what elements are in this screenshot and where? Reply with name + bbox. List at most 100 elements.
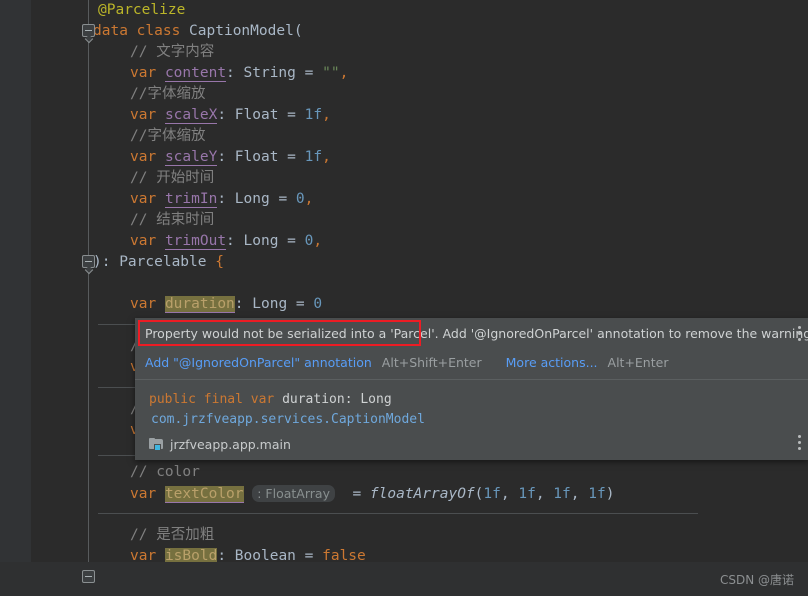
colon: :	[234, 296, 253, 312]
kw-class: class	[136, 23, 181, 39]
comment-text: // 开始时间	[130, 170, 215, 186]
field-trimin[interactable]: trimIn	[164, 191, 218, 208]
arg-4: 1f	[588, 486, 606, 502]
comment-text: //字体缩放	[130, 86, 206, 102]
kw-var: var	[130, 65, 157, 81]
eq: =	[278, 149, 305, 165]
literal-0: 0	[313, 296, 323, 312]
eq: =	[269, 191, 296, 207]
type-long: Long	[252, 296, 288, 312]
sp	[196, 392, 204, 407]
colon: :	[226, 233, 244, 249]
watermark: CSDN @唐诺	[719, 573, 794, 587]
warning-message-row: Property would not be serialized into a …	[135, 318, 808, 348]
code-line-parcelable: ): Parcelable {	[0, 252, 224, 273]
field-textcolor[interactable]: textColor	[164, 486, 244, 503]
eq-1: =	[295, 65, 323, 81]
action-add-ignoredonparcel[interactable]: Add "@IgnoredOnParcel" annotation	[145, 355, 372, 370]
shortcut-add-ignoredonparcel: Alt+Shift+Enter	[381, 354, 482, 370]
literal-0: 0	[295, 191, 305, 207]
code-line-comment-3: //字体缩放	[0, 126, 205, 147]
kebab-dot-2	[797, 332, 801, 335]
arg-3: 1f	[553, 486, 571, 502]
comment-text: // 结束时间	[130, 212, 215, 228]
code-line-comment-2: //字体缩放	[0, 84, 205, 105]
code-line-trimin: var trimIn: Long = 0,	[0, 189, 313, 210]
kw-var: var	[130, 107, 157, 123]
comma: ,	[322, 149, 331, 165]
kw-var: var	[130, 191, 157, 207]
comment-text: //字体缩放	[130, 128, 206, 144]
arg-2: 1f	[518, 486, 536, 502]
sp	[156, 191, 165, 207]
kebab-menu-icon-bottom[interactable]	[797, 435, 801, 450]
shortcut-more-actions: Alt+Enter	[607, 354, 669, 370]
fold-marker-body[interactable]	[82, 255, 95, 268]
type-long: Long	[234, 191, 270, 207]
eq: =	[287, 296, 314, 312]
comment-text: // 是否加粗	[130, 527, 215, 543]
field-trimout[interactable]: trimOut	[164, 233, 227, 250]
type-float: Float	[234, 149, 279, 165]
eq: =	[278, 107, 305, 123]
action-more-actions[interactable]: More actions...	[506, 355, 598, 370]
sp	[156, 65, 165, 81]
doc-kw-var: var	[250, 392, 275, 407]
sp	[274, 392, 282, 407]
code-line-annotation: @Parcelize	[0, 0, 185, 21]
fold-marker-class[interactable]	[82, 24, 95, 37]
colon: :	[217, 149, 235, 165]
warning-message-text: Property would not be serialized into a …	[145, 325, 808, 341]
field-content[interactable]: content	[164, 65, 227, 82]
literal-empty-string: ""	[322, 65, 340, 81]
supertype-parcelable: Parcelable	[119, 254, 207, 270]
comma: ,	[313, 233, 323, 249]
type-float: Float	[234, 107, 279, 123]
inlay-hint-floatarray: : FloatArray	[252, 485, 335, 502]
sp	[156, 233, 165, 249]
kw-var: var	[130, 486, 157, 502]
doc-signature: public final var duration: Long	[135, 390, 808, 409]
doc-property-name: duration	[282, 392, 345, 407]
intention-popup[interactable]: Property would not be serialized into a …	[135, 318, 808, 460]
code-line-comment-1: // 文字内容	[0, 42, 214, 63]
sp	[156, 149, 165, 165]
doc-module-name: jrzfveapp.app.main	[170, 437, 291, 452]
code-line-content: var content: String = "",	[0, 63, 348, 84]
kebab-dot-3	[797, 338, 801, 341]
field-scaley[interactable]: scaleY	[164, 149, 218, 166]
code-line-class-decl: data class CaptionModel(	[0, 21, 303, 42]
sep: ,	[570, 486, 589, 502]
paren: )	[605, 486, 615, 502]
kebab-menu-icon-top[interactable]	[797, 326, 801, 341]
code-line-textcolor: var textColor : FloatArray = floatArrayO…	[0, 483, 614, 504]
field-duration[interactable]: duration	[164, 296, 235, 313]
documentation-panel: public final var duration: Long com.jrzf…	[135, 380, 808, 460]
colon: :	[226, 65, 244, 81]
fold-marker-close[interactable]	[82, 570, 95, 583]
code-line-trimout: var trimOut: Long = 0,	[0, 231, 322, 252]
sp	[156, 486, 165, 502]
code-line-comment-8: // color	[0, 462, 200, 483]
colon: :	[217, 191, 235, 207]
colon: :	[217, 107, 235, 123]
code-area[interactable]: @Parcelize data class CaptionModel( // 文…	[0, 0, 808, 596]
doc-modifier-final: final	[203, 392, 243, 407]
code-line-comment-9: // 是否加粗	[0, 525, 214, 546]
code-line-scaley: var scaleY: Float = 1f,	[0, 147, 331, 168]
type-long: Long	[243, 233, 279, 249]
sep: ,	[535, 486, 554, 502]
class-name-captionmodel: CaptionModel	[189, 23, 294, 39]
code-line-comment-5: // 结束时间	[0, 210, 214, 231]
paren-close-colon: ):	[93, 254, 120, 270]
field-scalex[interactable]: scaleX	[164, 107, 218, 124]
arg-1: 1f	[483, 486, 501, 502]
code-line-comment-4: // 开始时间	[0, 168, 214, 189]
code-line-duration: var duration: Long = 0	[0, 294, 322, 315]
sp	[243, 392, 251, 407]
brace-open: {	[215, 254, 224, 270]
comma: ,	[322, 107, 331, 123]
kw-var: var	[130, 149, 157, 165]
literal-1f: 1f	[304, 107, 323, 123]
folder-chip	[154, 444, 161, 451]
